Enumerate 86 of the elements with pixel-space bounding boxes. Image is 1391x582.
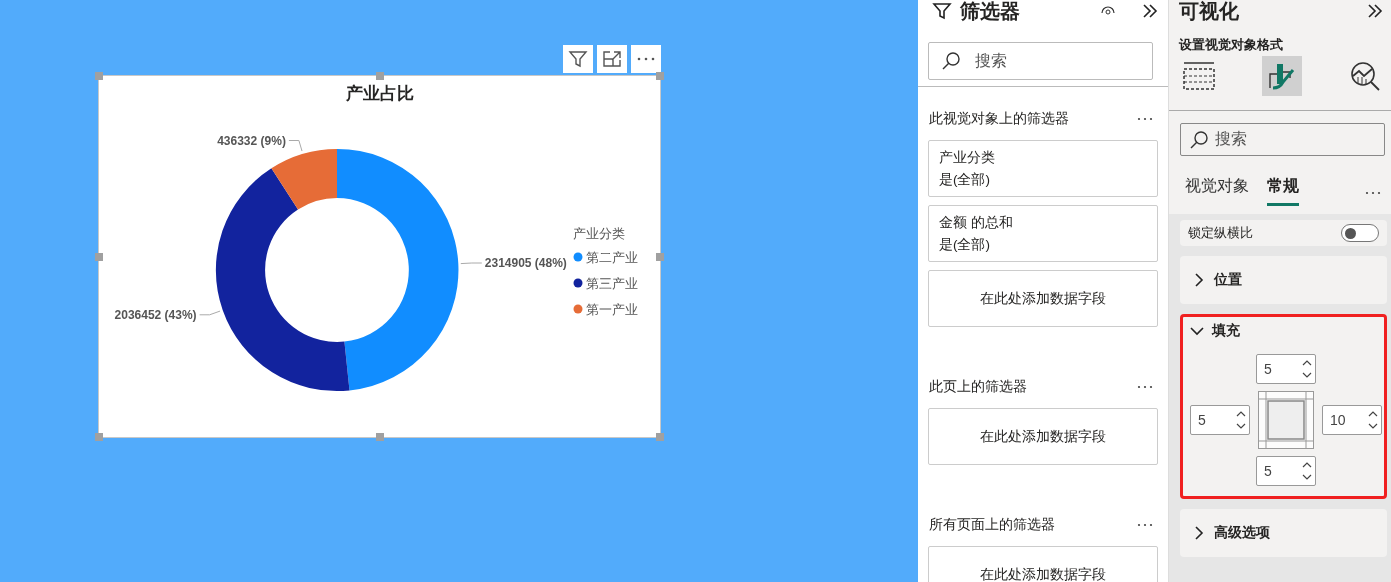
data-label: 2314905 (48%) xyxy=(484,256,567,270)
drop-zone-text: 在此处添加数据字段 xyxy=(980,427,1106,446)
resize-handle[interactable] xyxy=(656,252,664,261)
filter-condition: 是(全部) xyxy=(939,235,991,254)
leader-line xyxy=(288,140,303,152)
data-label: 2036452 (43%) xyxy=(114,307,197,322)
section-card[interactable]: 填充 5 5 10 5 xyxy=(1180,314,1387,499)
pane-subtitle: 设置视觉对象格式 xyxy=(1179,37,1283,52)
up-down-arrows-icon[interactable] xyxy=(1302,460,1312,482)
search-placeholder: 搜索 xyxy=(1215,129,1247,149)
drop-zone[interactable]: 在此处添加数据字段 xyxy=(928,546,1158,582)
up-down-arrows-icon[interactable] xyxy=(1368,409,1378,431)
number-spinner[interactable]: 5 xyxy=(1190,405,1250,435)
section-title: 高级选项 xyxy=(1214,524,1270,542)
filter-icon xyxy=(568,49,588,69)
legend-title: 产业分类 xyxy=(573,226,625,241)
padding-diagram-icon xyxy=(1258,391,1314,449)
chevron-right-icon[interactable] xyxy=(1192,526,1206,540)
resize-handle[interactable] xyxy=(95,252,103,261)
visual-card[interactable]: 2314905 (48%) 2036452 (43%) 436332 (9%) 产业分类 第二产业 第三产业 第一产业 产业占比 xyxy=(98,75,661,438)
filter-icon xyxy=(932,1,952,21)
resize-handle[interactable] xyxy=(656,72,664,80)
tab[interactable]: 视觉对象 xyxy=(1185,176,1249,206)
more-icon[interactable] xyxy=(1137,522,1153,528)
more-icon[interactable] xyxy=(1365,190,1381,196)
section-title: 此页上的筛选器 xyxy=(929,378,1027,396)
section-title: 位置 xyxy=(1214,271,1242,289)
legend-label[interactable]: 第一产业 xyxy=(586,302,638,317)
filter-button[interactable] xyxy=(563,45,593,73)
pane-title: 可视化 xyxy=(1179,0,1239,24)
more-icon xyxy=(637,57,655,61)
section-card[interactable]: 高级选项 xyxy=(1180,509,1387,557)
number-spinner[interactable]: 10 xyxy=(1322,405,1382,435)
section-card[interactable]: 位置 xyxy=(1180,256,1387,304)
search-field[interactable]: 搜索 xyxy=(928,42,1153,80)
legend-label[interactable]: 第三产业 xyxy=(586,276,638,291)
toggle-label: 锁定纵横比 xyxy=(1188,224,1253,242)
data-label: 436332 (9%) xyxy=(217,133,286,148)
spinner-value: 5 xyxy=(1264,361,1272,377)
filter-card[interactable]: 产业分类 是(全部) xyxy=(928,140,1158,197)
chevron-down-icon[interactable] xyxy=(1190,324,1204,338)
number-spinner[interactable]: 5 xyxy=(1256,456,1316,486)
chevron-right-icon[interactable] xyxy=(1192,273,1206,287)
legend-label[interactable]: 第二产业 xyxy=(586,250,638,265)
more-icon[interactable] xyxy=(1137,116,1153,122)
search-icon xyxy=(941,51,961,71)
format-mode-button[interactable] xyxy=(1262,56,1302,96)
collapse-icon[interactable] xyxy=(1367,3,1383,19)
resize-handle[interactable] xyxy=(375,433,384,441)
resize-handle[interactable] xyxy=(656,433,664,441)
filter-card[interactable]: 金额 的总和 是(全部) xyxy=(928,205,1158,262)
search-icon xyxy=(1189,129,1209,150)
collapse-icon[interactable] xyxy=(1142,3,1158,19)
toggle-switch[interactable] xyxy=(1341,224,1379,242)
filter-condition: 是(全部) xyxy=(939,170,991,189)
leader-line xyxy=(199,310,221,316)
up-down-arrows-icon[interactable] xyxy=(1302,358,1312,380)
donut-slice[interactable] xyxy=(215,168,350,392)
spinner-value: 5 xyxy=(1198,412,1206,428)
focus-mode-button[interactable] xyxy=(597,45,627,73)
search-placeholder: 搜索 xyxy=(975,50,1007,71)
eye-icon[interactable] xyxy=(1100,5,1116,17)
donut-slice[interactable] xyxy=(271,149,337,210)
number-spinner[interactable]: 5 xyxy=(1256,354,1316,384)
section-title: 此视觉对象上的筛选器 xyxy=(929,110,1069,128)
search-field[interactable]: 搜索 xyxy=(1180,123,1385,156)
resize-handle[interactable] xyxy=(95,72,103,80)
up-down-arrows-icon[interactable] xyxy=(1236,409,1246,431)
resize-handle[interactable] xyxy=(95,433,103,441)
pane-title: 筛选器 xyxy=(960,0,1021,24)
leader-line xyxy=(460,262,483,265)
more-icon[interactable] xyxy=(1137,384,1153,390)
resize-handle[interactable] xyxy=(375,72,384,80)
spinner-value: 10 xyxy=(1330,412,1346,428)
tab[interactable]: 常规 xyxy=(1267,176,1299,206)
drop-zone[interactable]: 在此处添加数据字段 xyxy=(928,408,1158,465)
drop-zone[interactable]: 在此处添加数据字段 xyxy=(928,270,1158,327)
drop-zone-text: 在此处添加数据字段 xyxy=(980,289,1106,308)
section-title: 所有页面上的筛选器 xyxy=(929,516,1055,534)
filter-field: 金额 的总和 xyxy=(939,213,1157,232)
section-title: 填充 xyxy=(1212,322,1240,340)
expand-icon xyxy=(602,50,622,68)
chart-title: 产业占比 xyxy=(345,84,414,103)
filter-field: 产业分类 xyxy=(939,148,1157,167)
drop-zone-text: 在此处添加数据字段 xyxy=(980,565,1106,582)
spinner-value: 5 xyxy=(1264,463,1272,479)
